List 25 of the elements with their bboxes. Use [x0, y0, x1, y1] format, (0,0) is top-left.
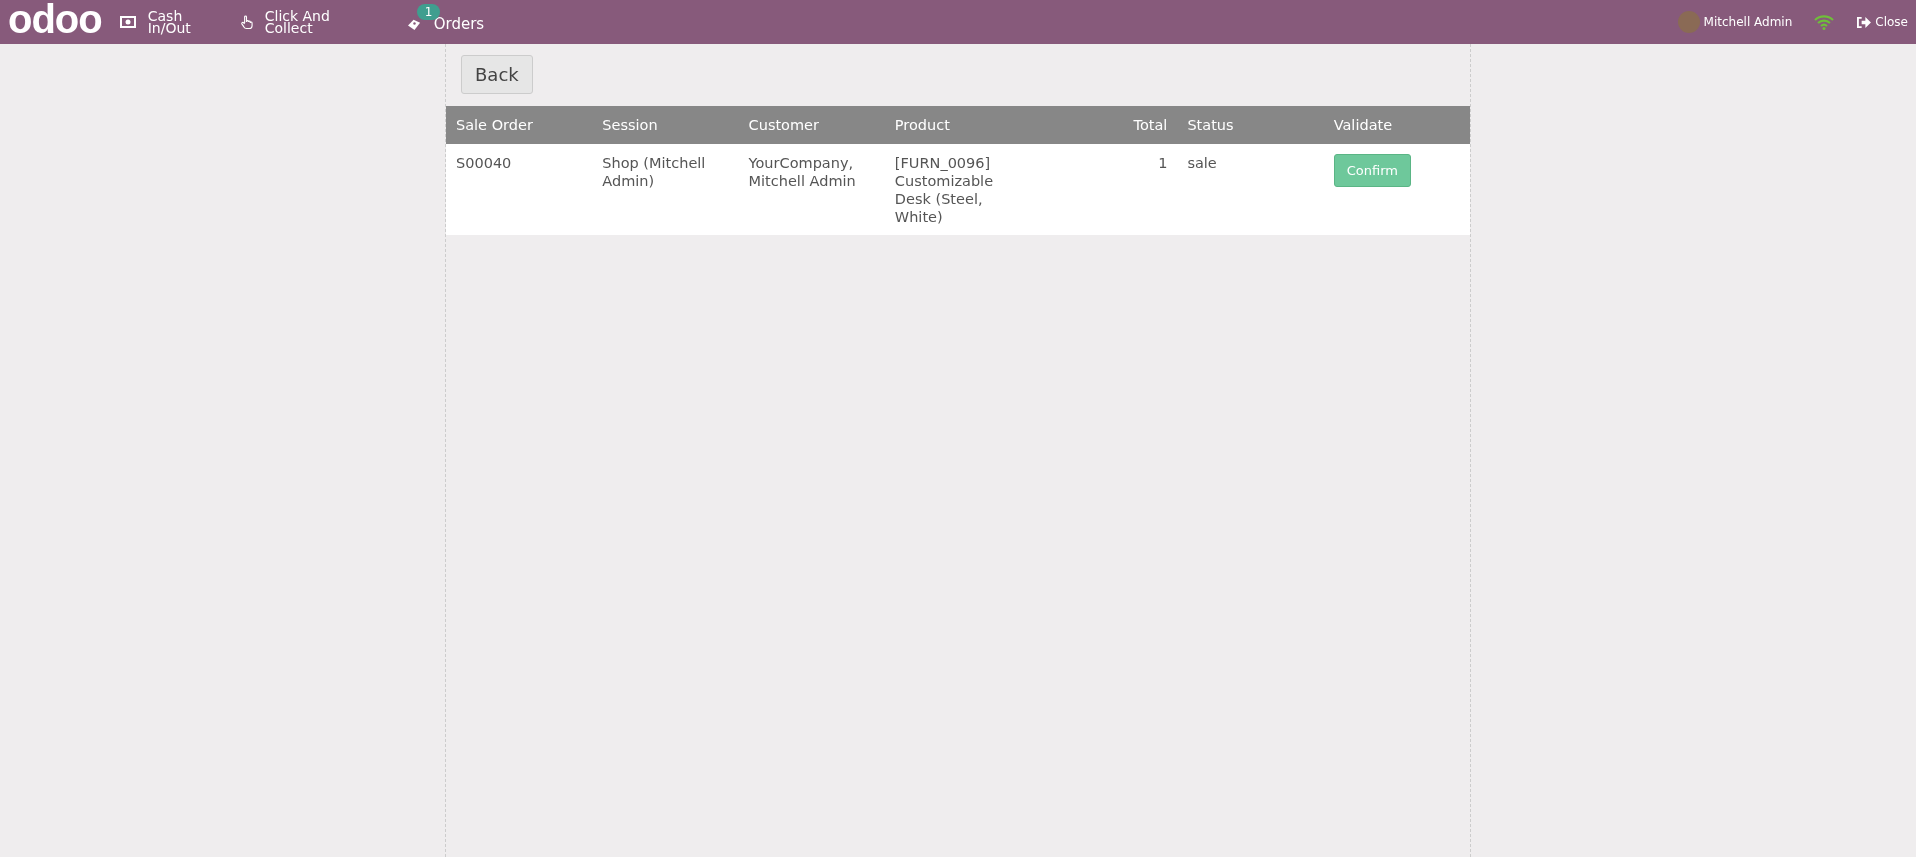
odoo-logo[interactable]: odoo [8, 0, 102, 39]
avatar [1677, 11, 1700, 33]
tag-icon [406, 17, 422, 31]
table-cell: 1 [1031, 144, 1178, 235]
table-cell: YourCompany, Mitchell Admin [738, 144, 885, 235]
exit-icon [1856, 15, 1872, 29]
nav-collect-button[interactable]: Click And Collect [231, 9, 353, 35]
cash-icon [119, 16, 136, 28]
close-button[interactable]: Close [1856, 15, 1908, 29]
wifi-icon [1814, 14, 1835, 30]
column-header: Validate [1323, 106, 1470, 144]
table-cell: sale [1177, 144, 1324, 235]
table-cell: [FURN_0096] Customizable Desk (Steel, White) [884, 144, 1032, 235]
column-header: Product [884, 106, 1032, 144]
column-header: Status [1177, 106, 1324, 144]
table-cell: Shop (Mitchell Admin) [592, 144, 739, 235]
user-name[interactable]: Mitchell Admin [1703, 15, 1793, 29]
column-header: Session [592, 106, 739, 144]
nav-cash-button[interactable]: Cash In/Out [111, 9, 206, 35]
column-header: Total [1031, 106, 1178, 144]
back-button[interactable]: Back [461, 55, 533, 94]
hand-pointer-icon [239, 14, 253, 30]
column-header: Customer [738, 106, 885, 144]
column-header: Sale Order [446, 106, 593, 144]
table-cell: S00040 [446, 144, 593, 235]
